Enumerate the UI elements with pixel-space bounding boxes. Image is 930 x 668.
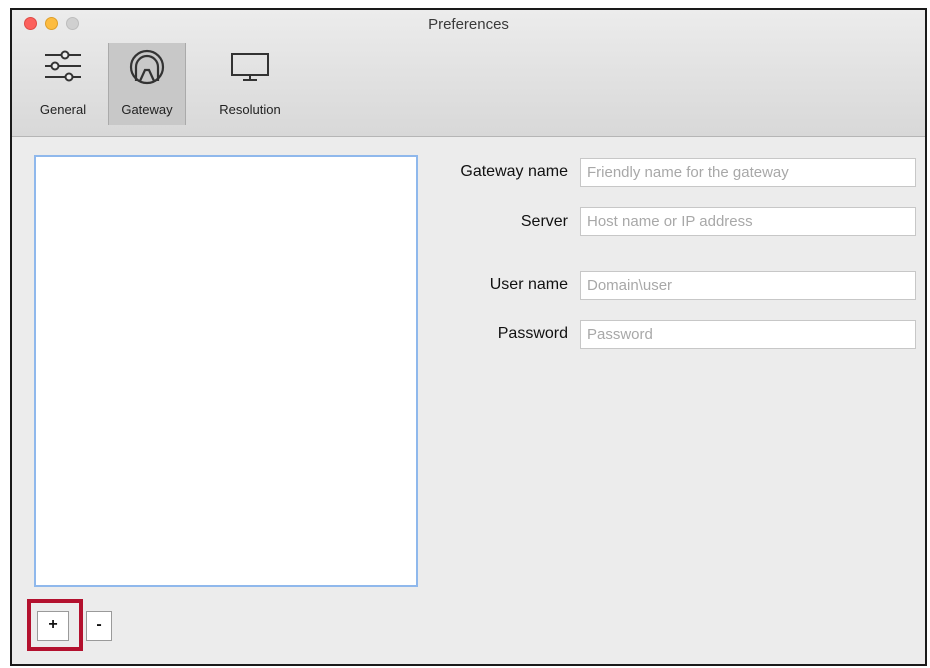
user-name-input[interactable] [580,271,916,300]
monitor-icon [229,48,271,89]
user-name-label: User name [489,276,568,293]
toolbar-general-label: General [39,102,87,117]
toolbar-general-tab[interactable]: General [23,43,103,125]
gateway-tunnel-icon [128,48,166,91]
window-title: Preferences [428,16,509,33]
toolbar-resolution-label: Resolution [219,102,281,117]
gateway-name-input[interactable] [580,158,916,187]
sliders-icon [43,48,83,89]
title-bar: Preferences General Gateway Resolution [12,10,925,137]
server-input[interactable] [580,207,916,236]
add-button-highlight [27,599,83,651]
preferences-window: Preferences General Gateway Resolution G… [10,8,927,666]
toolbar-gateway-label: Gateway [121,102,173,117]
gateway-name-label: Gateway name [460,163,568,180]
password-label: Password [497,325,568,342]
password-input[interactable] [580,320,916,349]
gateway-list[interactable] [34,155,418,587]
toolbar-gateway-tab[interactable]: Gateway [108,43,186,125]
toolbar-resolution-tab[interactable]: Resolution [194,43,306,125]
server-label: Server [520,213,568,230]
remove-gateway-button[interactable]: - [86,611,112,641]
